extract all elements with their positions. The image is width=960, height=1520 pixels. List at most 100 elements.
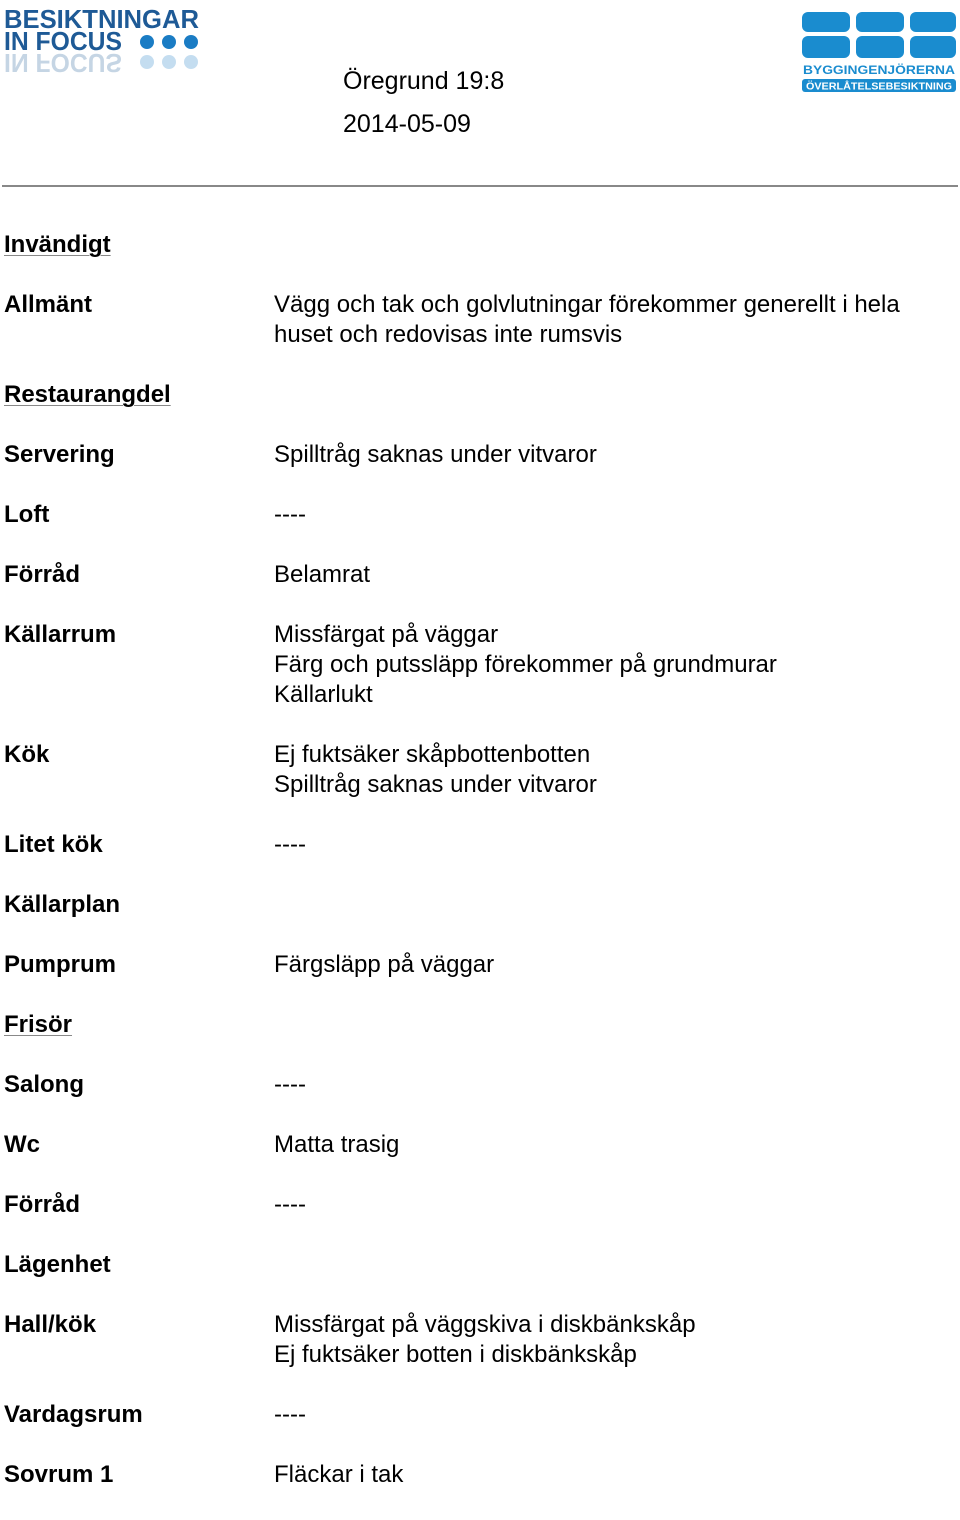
row-label: Wc [0, 1130, 274, 1160]
row-label-text: Förråd [4, 561, 81, 588]
row-values [274, 380, 960, 410]
row-label: Hall/kök [0, 1310, 274, 1370]
section-heading: Frisör [0, 1010, 960, 1040]
row-values: ---- [274, 830, 960, 860]
row-value: Ej fuktsäker botten i diskbänkskåp [274, 1341, 637, 1368]
row-label-text: Wc [4, 1131, 40, 1158]
row-label: Frisör [0, 1010, 274, 1040]
row-label: Vardagsrum [0, 1400, 274, 1430]
row-label-text: Allmänt [4, 291, 93, 318]
row-label-text: Sovrum 1 [4, 1461, 114, 1488]
row-label: Salong [0, 1070, 274, 1100]
inspection-row: Servering Spilltråg saknas under vitvaror [0, 440, 960, 470]
row-values: Missfärgat på väggar Färg och putssläpp f… [274, 620, 960, 710]
row-label: Invändigt [0, 230, 274, 260]
row-label: Litet kök [0, 830, 274, 860]
row-value: Missfärgat på väggar [274, 621, 499, 648]
row-label: Allmänt [0, 290, 274, 350]
row-values: ---- [274, 1190, 960, 1220]
inspection-row: Salong ---- [0, 1070, 960, 1100]
row-values: ---- [274, 1400, 960, 1430]
row-values [274, 1010, 960, 1040]
row-label: Förråd [0, 1190, 274, 1220]
section-heading: Invändigt [0, 230, 960, 260]
header-divider [2, 185, 958, 187]
row-values: Färgsläpp på väggar [274, 950, 960, 980]
row-label: Restaurangdel [0, 380, 274, 410]
row-values [274, 230, 960, 260]
row-value: ---- [274, 501, 306, 528]
row-label: Pumprum [0, 950, 274, 980]
row-values: Belamrat [274, 560, 960, 590]
row-label: Sovrum 1 [0, 1460, 274, 1490]
inspection-row: Litet kök ---- [0, 830, 960, 860]
row-value: ---- [274, 831, 306, 858]
row-label-text: Frisör [4, 1011, 73, 1038]
row-label: Servering [0, 440, 274, 470]
svg-text:BYGGINGENJÖRERNA: BYGGINGENJÖRERNA [803, 62, 955, 77]
row-value: Vägg och tak och golvlutningar förekomme… [274, 291, 900, 318]
row-value: Färg och putssläpp förekommer på grundmu… [274, 651, 777, 678]
row-values: ---- [274, 1070, 960, 1100]
row-label: Kök [0, 740, 274, 800]
row-label-text: Invändigt [4, 231, 111, 258]
row-label-text: Pumprum [4, 951, 117, 978]
inspection-row: Källarplan [0, 890, 960, 920]
row-label: Förråd [0, 560, 274, 590]
row-label: Källarplan [0, 890, 274, 920]
section-heading: Restaurangdel [0, 380, 960, 410]
inspection-row: Allmänt Vägg och tak och golvlutningar fö… [0, 290, 960, 350]
row-value: ---- [274, 1401, 306, 1428]
inspection-row: Hall/kök Missfärgat på väggskiva i diskbä… [0, 1310, 960, 1370]
row-label-text: Loft [4, 501, 50, 528]
row-label-text: Salong [4, 1071, 85, 1098]
inspection-row: Kök Ej fuktsäker skåpbottenbotten Spilltrå… [0, 740, 960, 800]
row-label-text: Vardagsrum [4, 1401, 143, 1428]
row-label-text: Restaurangdel [4, 381, 171, 408]
row-label-text: Kök [4, 741, 50, 768]
row-value: Belamrat [274, 561, 371, 588]
row-label-text: Källarrum [4, 621, 117, 648]
inspection-row: Wc Matta trasig [0, 1130, 960, 1160]
svg-text:IN FOCUS: IN FOCUS [4, 48, 122, 78]
row-value: ---- [274, 1071, 306, 1098]
row-label-text: Servering [4, 441, 115, 468]
row-values: Matta trasig [274, 1130, 960, 1160]
inspection-row: Källarrum Missfärgat på väggar Färg och pu… [0, 620, 960, 710]
inspection-row: Förråd ---- [0, 1190, 960, 1220]
row-value: Färgsläpp på väggar [274, 951, 495, 978]
row-value: Fläckar i tak [274, 1461, 404, 1488]
row-values [274, 1250, 960, 1280]
inspection-row: Sovrum 1 Fläckar i tak [0, 1460, 960, 1490]
row-values: Vägg och tak och golvlutningar förekomme… [274, 290, 960, 350]
row-label-text: Källarplan [4, 891, 121, 918]
row-value: Matta trasig [274, 1131, 400, 1158]
row-label: Loft [0, 500, 274, 530]
inspection-date: 2014-05-09 [343, 110, 471, 138]
row-value: Spilltråg saknas under vitvaror [274, 771, 597, 798]
row-values [274, 890, 960, 920]
row-label-text: Förråd [4, 1191, 81, 1218]
row-values: Spilltråg saknas under vitvaror [274, 440, 960, 470]
row-values: Fläckar i tak [274, 1460, 960, 1490]
sbr-logo: BYGGINGENJÖRERNA ÖVERLÅTELSEBESIKTNING [800, 12, 958, 94]
row-label-text: Litet kök [4, 831, 103, 858]
row-label-text: Hall/kök [4, 1311, 97, 1338]
inspection-row: Loft ---- [0, 500, 960, 530]
row-value: Ej fuktsäker skåpbottenbotten [274, 741, 591, 768]
row-label-text: Lägenhet [4, 1251, 111, 1278]
row-value: ---- [274, 1191, 306, 1218]
inspection-list: Invändigt Allmänt Vägg och tak och golvlut… [0, 230, 960, 1520]
row-value: Källarlukt [274, 681, 373, 708]
row-value: Spilltråg saknas under vitvaror [274, 441, 597, 468]
inspection-row: Vardagsrum ---- [0, 1400, 960, 1430]
row-values: Ej fuktsäker skåpbottenbotten Spilltråg s… [274, 740, 960, 800]
inspection-row: Pumprum Färgsläpp på väggar [0, 950, 960, 980]
row-values: Missfärgat på väggskiva i diskbänkskåp Ej… [274, 1310, 960, 1370]
row-values: ---- [274, 500, 960, 530]
property-title: Öregrund 19:8 [343, 67, 505, 95]
besiktningar-in-focus-logo: BESIKTNINGAR IN FOCUS IN FOCUS [4, 4, 204, 84]
row-label: Lägenhet [0, 1250, 274, 1280]
row-value: Missfärgat på väggskiva i diskbänkskåp [274, 1311, 696, 1338]
row-value: huset och redovisas inte rumsvis [274, 321, 623, 348]
